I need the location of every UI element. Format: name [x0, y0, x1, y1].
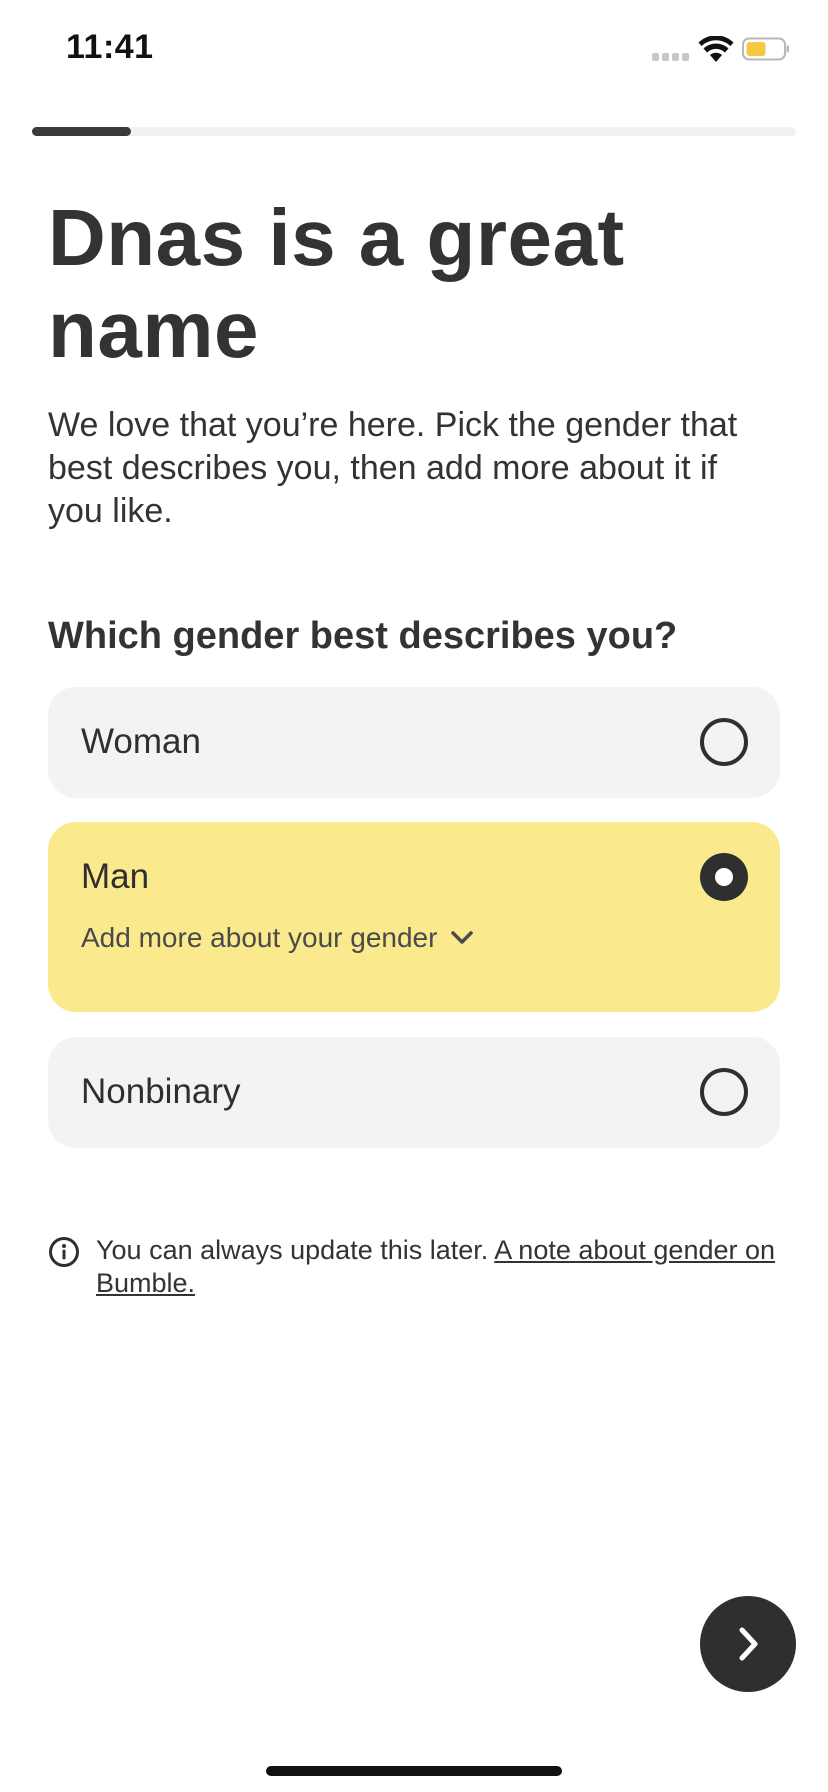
radio-button-nonbinary[interactable] [700, 1068, 748, 1116]
radio-button-woman[interactable] [700, 718, 748, 766]
page-subtitle: We love that you’re here. Pick the gende… [48, 406, 738, 530]
progress-bar-fill [32, 127, 132, 136]
chevron-down-icon [451, 931, 474, 944]
gender-option-woman[interactable]: Woman [48, 687, 780, 798]
info-text: You can always update this later. [96, 1235, 489, 1265]
status-bar: 11:41 [0, 0, 828, 100]
info-icon [49, 1237, 79, 1267]
add-more-gender-label: Add more about your gender [81, 922, 438, 953]
add-more-gender-button[interactable]: Add more about your gender [81, 922, 474, 954]
chevron-right-icon [739, 1627, 758, 1661]
next-button[interactable] [700, 1596, 796, 1692]
radio-button-man[interactable] [700, 853, 748, 901]
info-text-block: You can always update this later. A note… [96, 1234, 786, 1300]
gender-option-label: Man [81, 857, 150, 896]
gender-question: Which gender best describes you? [48, 615, 678, 657]
battery-icon [742, 37, 789, 61]
gender-option-label: Woman [81, 722, 201, 761]
wifi-icon [698, 36, 734, 62]
page-title: Dnas is a great name [48, 193, 625, 374]
cellular-signal-icon [652, 53, 692, 61]
gender-option-man[interactable]: Man Add more about your gender [48, 822, 780, 1012]
progress-bar [32, 127, 796, 136]
gender-option-nonbinary[interactable]: Nonbinary [48, 1037, 780, 1148]
home-indicator[interactable] [266, 1766, 562, 1776]
status-time: 11:41 [66, 28, 154, 66]
gender-option-label: Nonbinary [81, 1072, 241, 1111]
